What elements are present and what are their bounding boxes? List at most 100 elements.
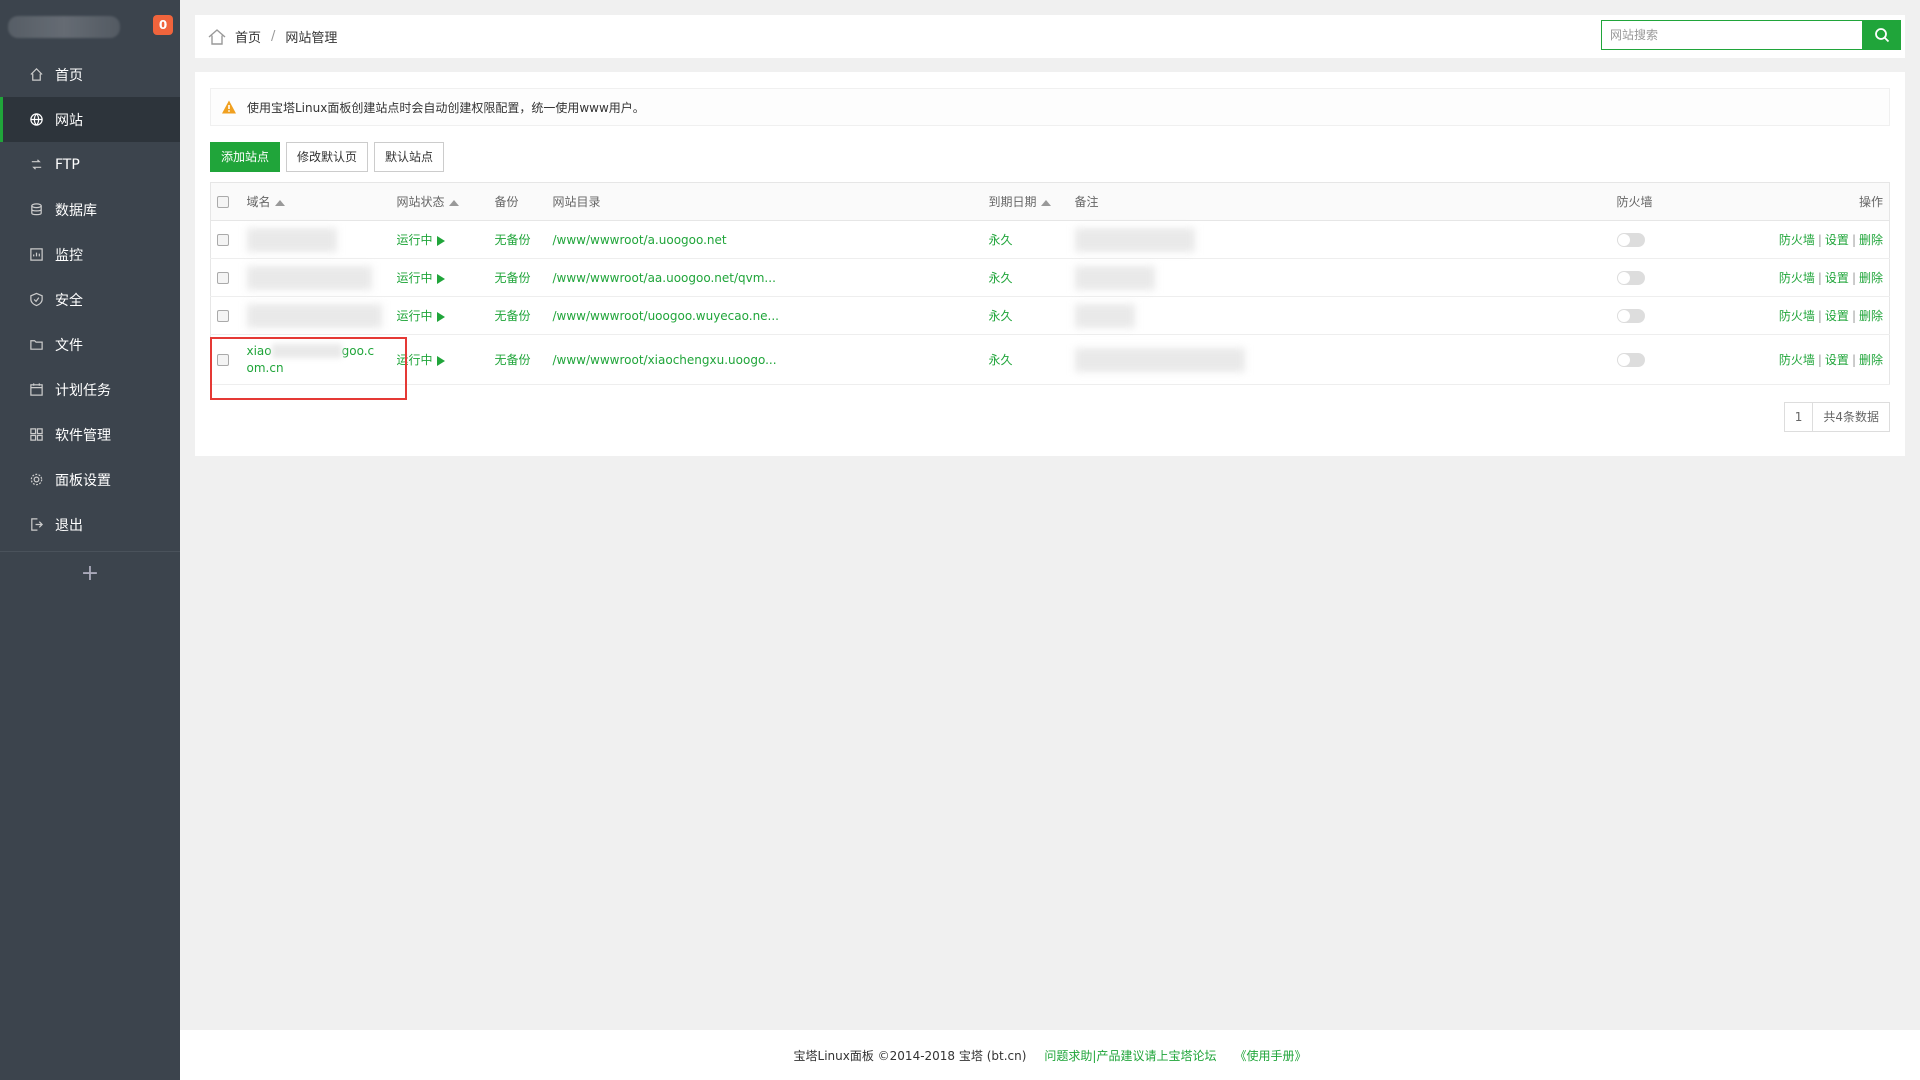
backup-cell[interactable]: 无备份 [488,296,547,335]
sidebar-menu: 首页 网站 FTP 数据库 监控 安全 文件 计划任务 软件管理 面板设置 退出 [0,52,180,547]
note-blurred[interactable] [1074,227,1195,252]
footer: 宝塔Linux面板 ©2014-2018 宝塔 (bt.cn) 问题求助|产品建… [180,1030,1920,1080]
status-cell[interactable]: 运行中 [390,258,489,297]
note-blurred[interactable] [1074,347,1245,372]
delete-link[interactable]: 删除 [1859,233,1883,247]
dir-cell[interactable]: /www/wwwroot/xiaochengxu.uoogo... [546,334,983,385]
play-icon [436,311,445,322]
calendar-icon [27,381,45,399]
sidebar-item-logout[interactable]: 退出 [0,502,180,547]
warning-icon [222,100,236,114]
sidebar-item-home[interactable]: 首页 [0,52,180,97]
status-cell[interactable]: 运行中 [390,296,489,335]
row-actions: 防火墙 | 设置 | 删除 [1730,296,1890,335]
sidebar-item-label: 监控 [55,247,83,264]
sidebar-item-cron[interactable]: 计划任务 [0,367,180,412]
select-all-checkbox[interactable] [217,196,229,208]
delete-link[interactable]: 删除 [1859,271,1883,285]
dir-cell[interactable]: /www/wwwroot/uoogoo.wuyecao.ne... [546,296,983,335]
settings-link[interactable]: 设置 [1825,271,1849,285]
toolbar: 添加站点 修改默认页 默认站点 [210,142,445,172]
backup-cell[interactable]: 无备份 [488,258,547,297]
domain-blurred[interactable] [246,265,372,290]
col-status[interactable]: 网站状态 [390,182,489,221]
main-content: 首页 / 网站管理 使用宝塔Linux面板创建站点时会自动创建权限配置，统一使用… [180,0,1920,1080]
default-site-button[interactable]: 默认站点 [374,142,445,172]
row-checkbox[interactable] [217,234,229,246]
breadcrumb-current: 网站管理 [285,31,338,46]
settings-link[interactable]: 设置 [1825,233,1849,247]
expire-cell[interactable]: 永久 [982,296,1069,335]
highlight-annotation [210,337,407,400]
play-icon [436,235,445,246]
sidebar-item-files[interactable]: 文件 [0,322,180,367]
alert-text: 使用宝塔Linux面板创建站点时会自动创建权限配置，统一使用www用户。 [247,100,645,115]
dir-cell[interactable]: /www/wwwroot/aa.uoogoo.net/qvm... [546,258,983,297]
table-header-row: 域名 网站状态 备份 网站目录 到期日期 备注 防火墙 操作 [210,182,1890,221]
dir-cell[interactable]: /www/wwwroot/a.uoogoo.net [546,220,983,259]
status-cell[interactable]: 运行中 [390,220,489,259]
notification-badge[interactable]: 0 [153,15,173,35]
sidebar-item-website[interactable]: 网站 [0,97,180,142]
sidebar-item-security[interactable]: 安全 [0,277,180,322]
delete-link[interactable]: 删除 [1859,309,1883,323]
note-blurred[interactable] [1074,265,1155,290]
row-checkbox[interactable] [217,272,229,284]
domain-blurred[interactable] [246,227,337,252]
firewall-toggle[interactable] [1616,232,1645,247]
delete-link[interactable]: 删除 [1859,353,1883,367]
sort-icon [1040,199,1051,206]
sidebar-item-label: 面板设置 [55,472,111,489]
logout-icon [27,516,45,534]
add-shortcut-button[interactable]: + [0,551,180,595]
manual-link[interactable]: 《使用手册》 [1234,1047,1306,1064]
monitor-icon [27,246,45,264]
row-checkbox[interactable] [217,310,229,322]
expire-cell[interactable]: 永久 [982,220,1069,259]
sort-icon [274,199,285,206]
home-icon[interactable] [207,27,227,47]
row-actions: 防火墙 | 设置 | 删除 [1730,258,1890,297]
settings-link[interactable]: 设置 [1825,353,1849,367]
col-domain[interactable]: 域名 [240,182,391,221]
info-alert: 使用宝塔Linux面板创建站点时会自动创建权限配置，统一使用www用户。 [210,88,1890,126]
sidebar-item-panel-settings[interactable]: 面板设置 [0,457,180,502]
settings-link[interactable]: 设置 [1825,309,1849,323]
firewall-link[interactable]: 防火墙 [1779,353,1815,367]
total-count: 共4条数据 [1823,410,1879,424]
page-number[interactable]: 1 [1785,403,1814,431]
sidebar-item-label: 数据库 [55,202,97,219]
search-input[interactable] [1601,20,1863,50]
breadcrumb-home[interactable]: 首页 [235,27,261,46]
firewall-toggle[interactable] [1616,352,1645,367]
firewall-link[interactable]: 防火墙 [1779,271,1815,285]
expire-cell[interactable]: 永久 [982,258,1069,297]
sidebar-item-database[interactable]: 数据库 [0,187,180,232]
domain-blurred[interactable] [246,303,382,328]
sidebar-item-software[interactable]: 软件管理 [0,412,180,457]
sidebar-item-ftp[interactable]: FTP [0,142,180,187]
site-table: 域名 网站状态 备份 网站目录 到期日期 备注 防火墙 操作 运行中 无备份 /… [210,182,1890,385]
forum-link[interactable]: 问题求助|产品建议请上宝塔论坛 [1044,1047,1216,1064]
server-name-blurred[interactable] [8,16,120,38]
firewall-toggle[interactable] [1616,308,1645,323]
edit-default-page-button[interactable]: 修改默认页 [286,142,369,172]
add-site-button[interactable]: 添加站点 [210,142,281,172]
sidebar-item-monitor[interactable]: 监控 [0,232,180,277]
firewall-toggle[interactable] [1616,270,1645,285]
site-panel: 使用宝塔Linux面板创建站点时会自动创建权限配置，统一使用www用户。 添加站… [195,72,1905,456]
table-row: 运行中 无备份 /www/wwwroot/uoogoo.wuyecao.ne..… [210,296,1890,335]
site-search [1601,20,1901,50]
pagination: 1 共4条数据 [1783,402,1890,432]
search-button[interactable] [1863,20,1901,50]
col-expire[interactable]: 到期日期 [982,182,1069,221]
home-icon [27,66,45,84]
backup-cell[interactable]: 无备份 [488,220,547,259]
expire-cell[interactable]: 永久 [982,334,1069,385]
firewall-link[interactable]: 防火墙 [1779,233,1815,247]
firewall-link[interactable]: 防火墙 [1779,309,1815,323]
table-row: 运行中 无备份 /www/wwwroot/a.uoogoo.net 永久 防火墙… [210,220,1890,259]
backup-cell[interactable]: 无备份 [488,334,547,385]
sidebar-item-label: 软件管理 [55,427,111,444]
note-blurred[interactable] [1074,303,1135,328]
